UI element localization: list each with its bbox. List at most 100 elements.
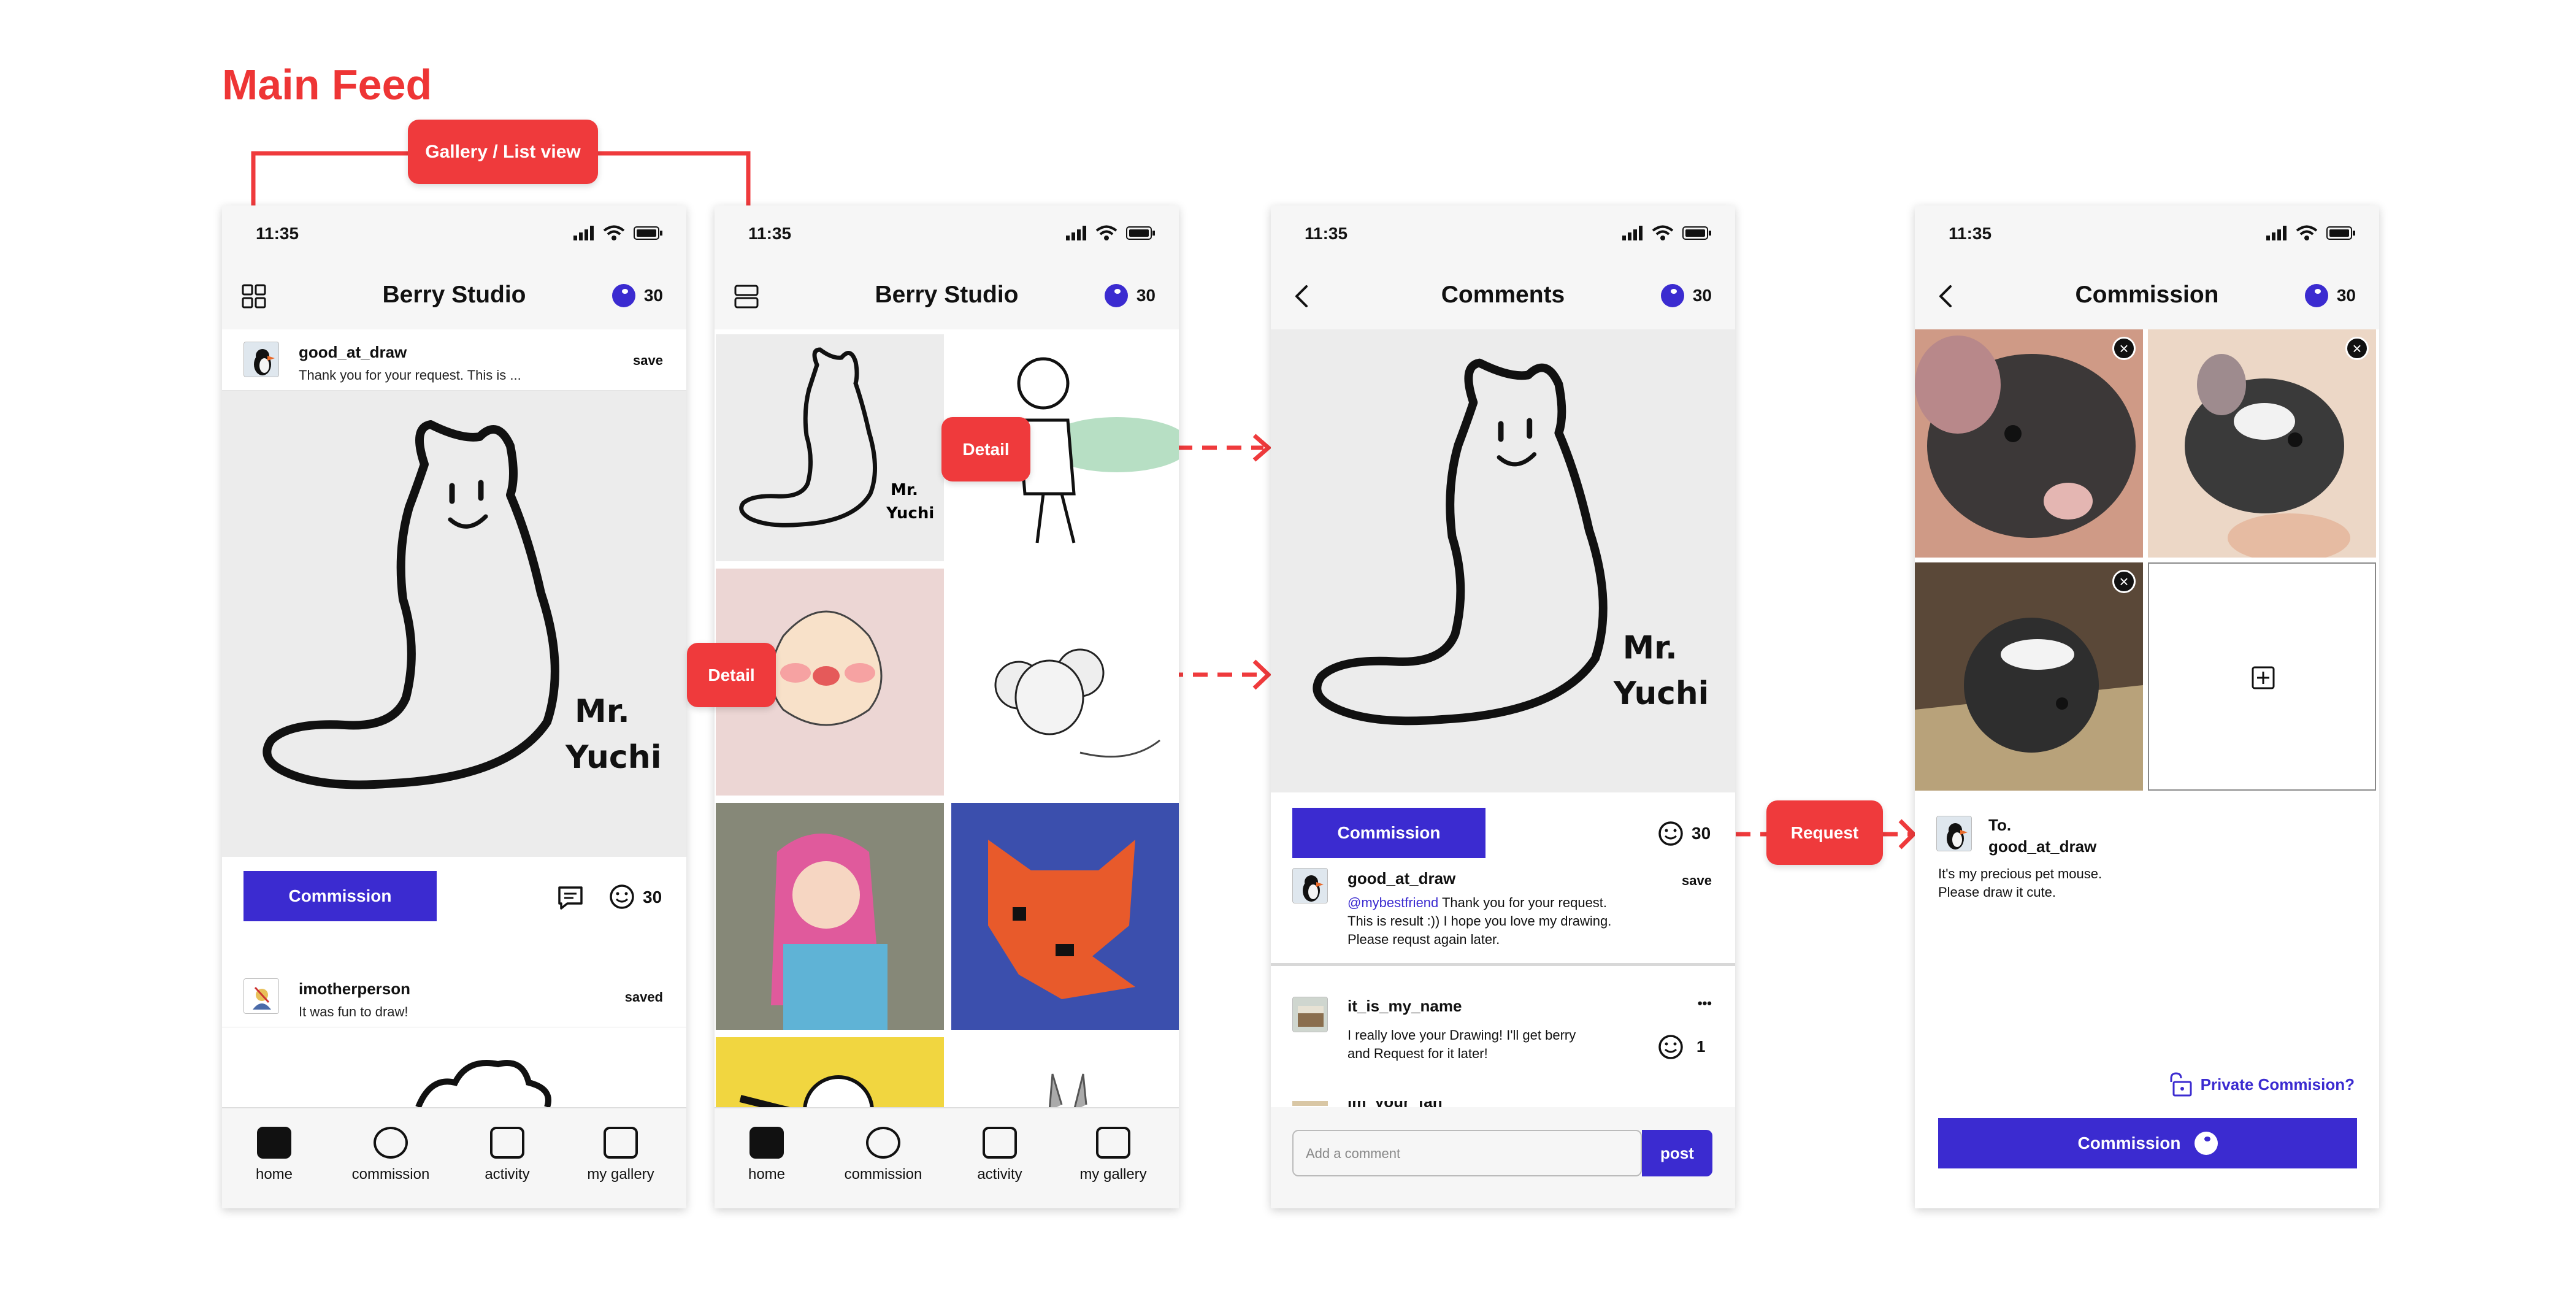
- phone-commission: 11:35 Commission 30 × × × To. good_at_dr…: [1915, 205, 2379, 1208]
- private-commission-toggle[interactable]: Private Commision?: [2168, 1072, 2355, 1097]
- post-message: Thank you for your request. This is ...: [299, 367, 521, 383]
- reference-photo[interactable]: ×: [1915, 562, 2143, 791]
- commission-message[interactable]: It's my precious pet mouse. Please draw …: [1938, 865, 2102, 902]
- private-commission-label: Private Commision?: [2200, 1075, 2355, 1094]
- commission-button[interactable]: Commission: [1292, 808, 1485, 858]
- message-line: Please draw it cute.: [1938, 884, 2056, 900]
- smile-icon[interactable]: [608, 883, 635, 910]
- comment-line: Thank you for your request.: [1438, 895, 1608, 910]
- wifi-icon: [1095, 225, 1117, 240]
- recipient-label: To.: [1988, 816, 2012, 834]
- gallery-item-cat[interactable]: Mr. Yuchi: [716, 334, 944, 561]
- divider: [1271, 963, 1735, 966]
- comment-icon[interactable]: [556, 883, 585, 911]
- like-count: 1: [1696, 1037, 1706, 1056]
- status-time: 11:35: [748, 224, 792, 243]
- smile-icon[interactable]: [1657, 1034, 1684, 1060]
- tab-home[interactable]: home: [715, 1127, 819, 1183]
- tab-my-gallery[interactable]: my gallery: [1061, 1127, 1165, 1183]
- berry-icon: [1104, 284, 1128, 307]
- status-time: 11:35: [256, 224, 299, 243]
- saved-button[interactable]: saved: [625, 989, 663, 1005]
- remove-photo-icon[interactable]: ×: [2112, 337, 2136, 360]
- like-count: 30: [643, 888, 662, 907]
- app-header: Comments 30: [1271, 261, 1735, 329]
- comment-input-bar: im_your_fan Add a comment post: [1271, 1101, 1735, 1208]
- post-username[interactable]: good_at_draw: [299, 343, 407, 362]
- like-count: 30: [1692, 824, 1711, 843]
- berry-balance[interactable]: 30: [1104, 284, 1156, 307]
- tab-activity[interactable]: activity: [455, 1127, 559, 1183]
- save-button[interactable]: save: [633, 353, 663, 369]
- comment-username[interactable]: it_is_my_name: [1347, 997, 1462, 1016]
- post-username[interactable]: imotherperson: [299, 980, 410, 999]
- reference-photo[interactable]: ×: [2148, 329, 2376, 558]
- avatar[interactable]: [1292, 997, 1328, 1032]
- tab-label: home: [748, 1166, 786, 1183]
- tab-commission[interactable]: commission: [831, 1127, 935, 1183]
- svg-text:Mr.: Mr.: [891, 481, 918, 499]
- berry-balance[interactable]: 30: [1660, 284, 1712, 307]
- reference-photo[interactable]: ×: [1915, 329, 2143, 558]
- gallery-item-mouse-sketch[interactable]: [951, 569, 1179, 796]
- wifi-icon: [1652, 225, 1674, 240]
- remove-photo-icon[interactable]: ×: [2345, 337, 2369, 360]
- annotation-gallery-list-view: Gallery / List view: [408, 120, 598, 184]
- svg-text:Yuchi: Yuchi: [1613, 675, 1709, 712]
- signal-icon: [1622, 226, 1643, 240]
- comment-input[interactable]: Add a comment: [1292, 1130, 1642, 1176]
- plus-square-icon: [2252, 666, 2275, 689]
- comment-username[interactable]: good_at_draw: [1347, 869, 1455, 888]
- more-options-icon[interactable]: •••: [1698, 995, 1712, 1011]
- gallery-item-pixel-fox[interactable]: [951, 803, 1179, 1030]
- tab-label: activity: [485, 1166, 530, 1183]
- remove-photo-icon[interactable]: ×: [2112, 570, 2136, 593]
- profile-icon: [604, 1127, 638, 1159]
- comment-line: This is result :)) I hope you love my dr…: [1347, 913, 1612, 929]
- berry-balance[interactable]: 30: [2304, 284, 2356, 307]
- commission-icon: [374, 1127, 408, 1159]
- berry-count: 30: [643, 286, 663, 305]
- submit-label: Commission: [2077, 1133, 2181, 1153]
- tab-label: commission: [844, 1166, 922, 1183]
- tab-label: activity: [977, 1166, 1022, 1183]
- berry-balance[interactable]: 30: [611, 284, 663, 307]
- comment-line: I really love your Drawing! I'll get ber…: [1347, 1027, 1576, 1043]
- avatar[interactable]: [1292, 1101, 1328, 1106]
- activity-icon: [983, 1127, 1017, 1159]
- annotation-detail: Detail: [687, 643, 776, 707]
- post-artwork-preview[interactable]: [406, 1052, 559, 1107]
- commission-icon: [866, 1127, 900, 1159]
- svg-text:Mr.: Mr.: [575, 693, 630, 730]
- mention-link[interactable]: @mybestfriend: [1347, 895, 1438, 910]
- tab-label: my gallery: [587, 1166, 654, 1183]
- post-button[interactable]: post: [1642, 1130, 1712, 1176]
- svg-text:Yuchi: Yuchi: [565, 739, 662, 776]
- phone-comments: 11:35 Comments 30 Mr. Yuchi Commission 3…: [1271, 205, 1735, 1208]
- signal-icon: [2266, 226, 2287, 240]
- battery-icon: [634, 226, 662, 240]
- comment-line: Please requst again later.: [1347, 932, 1500, 947]
- tab-my-gallery[interactable]: my gallery: [569, 1127, 673, 1183]
- post-artwork[interactable]: Mr. Yuchi: [222, 391, 686, 857]
- avatar[interactable]: [243, 342, 279, 377]
- save-button[interactable]: save: [1682, 873, 1712, 889]
- avatar[interactable]: [1936, 816, 1972, 851]
- add-photo-button[interactable]: [2148, 562, 2376, 791]
- gallery-item-pink-hair-girl[interactable]: [716, 803, 944, 1030]
- recipient-username[interactable]: good_at_draw: [1988, 837, 2096, 856]
- tab-home[interactable]: home: [222, 1127, 326, 1183]
- berry-icon: [2194, 1132, 2218, 1155]
- tab-bar: home commission activity my gallery: [222, 1107, 686, 1208]
- submit-commission-button[interactable]: Commission: [1938, 1118, 2357, 1168]
- avatar[interactable]: [1292, 868, 1328, 903]
- signal-icon: [573, 226, 594, 240]
- tab-activity[interactable]: activity: [948, 1127, 1052, 1183]
- commission-button[interactable]: Commission: [243, 871, 437, 921]
- smile-icon[interactable]: [1657, 820, 1684, 847]
- profile-icon: [1096, 1127, 1130, 1159]
- comment-line: and Request for it later!: [1347, 1046, 1488, 1061]
- tab-commission[interactable]: commission: [339, 1127, 443, 1183]
- avatar[interactable]: [243, 978, 279, 1014]
- post-artwork[interactable]: Mr. Yuchi: [1271, 329, 1735, 792]
